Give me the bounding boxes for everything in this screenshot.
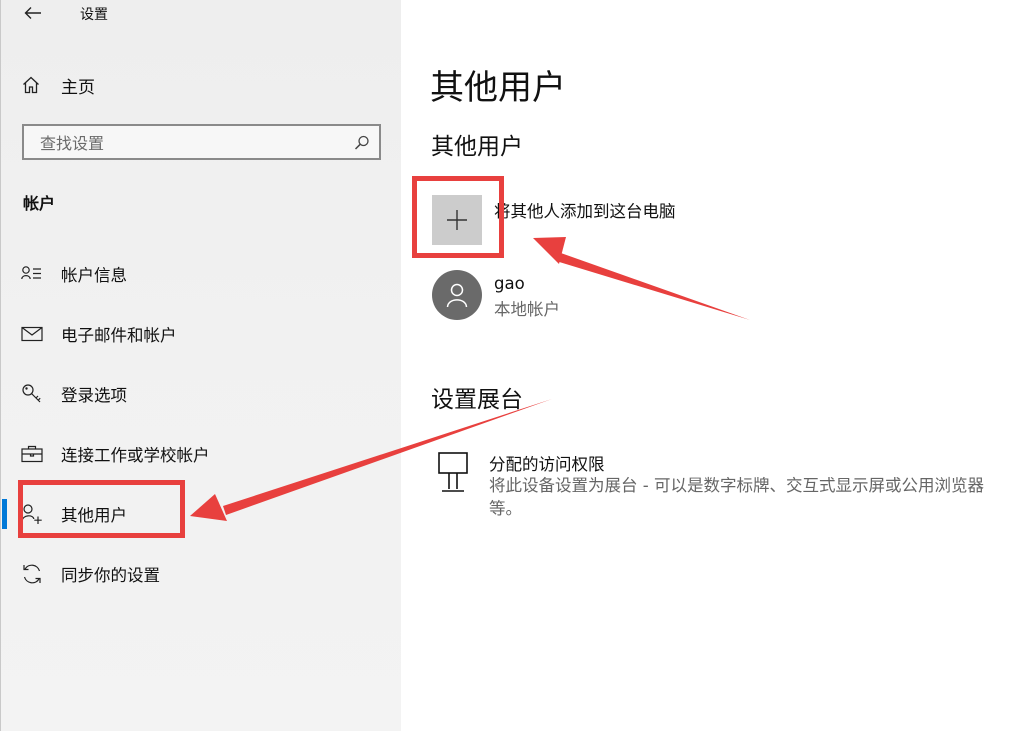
assigned-access-link[interactable]: 分配的访问权限 [489, 451, 605, 475]
other-users-heading: 其他用户 [431, 134, 523, 160]
user-name[interactable]: gao [494, 274, 525, 293]
account-info-icon [21, 263, 43, 285]
home-nav-item[interactable]: 主页 [21, 70, 95, 100]
key-icon [21, 383, 43, 405]
briefcase-icon [21, 443, 43, 465]
sync-icon [21, 563, 43, 585]
sidebar-item-work-school[interactable]: 连接工作或学校帐户 [21, 436, 391, 472]
sidebar-item-account-info[interactable]: 帐户信息 [21, 256, 391, 292]
app-title: 设置 [80, 7, 108, 23]
home-icon [23, 76, 39, 94]
search-input[interactable] [38, 132, 342, 154]
user-entry[interactable] [432, 270, 482, 320]
mail-icon [21, 323, 43, 345]
annotation-arrow-add [533, 237, 750, 320]
search-box[interactable] [22, 124, 381, 160]
add-user-label[interactable]: 将其他人添加到这台电脑 [494, 198, 676, 222]
sidebar-item-sync[interactable]: 同步你的设置 [21, 556, 391, 592]
assigned-access-description: 将此设备设置为展台 - 可以是数字标牌、交互式显示屏或公用浏览器等。 [489, 476, 984, 518]
sidebar-item-label: 电子邮件和帐户 [61, 326, 177, 345]
home-label: 主页 [61, 77, 95, 98]
avatar [432, 270, 482, 320]
sidebar: 设置 主页 帐户 帐户信息 电子邮件 [0, 0, 401, 731]
kiosk-heading: 设置展台 [431, 387, 523, 413]
sidebar-item-label: 登录选项 [61, 386, 127, 405]
back-arrow-icon [24, 7, 41, 19]
title-bar: 设置 [1, 0, 402, 28]
annotation-highlight-add [412, 176, 504, 258]
back-button[interactable] [19, 0, 47, 26]
user-account-type: 本地帐户 [494, 300, 560, 319]
sidebar-item-label: 同步你的设置 [61, 566, 160, 585]
section-label: 帐户 [23, 194, 56, 213]
annotation-highlight-other-users [18, 480, 185, 538]
sidebar-item-sign-in-options[interactable]: 登录选项 [21, 376, 391, 412]
kiosk-icon [438, 452, 468, 492]
search-icon [354, 135, 369, 150]
page-title: 其他用户 [430, 68, 566, 108]
person-icon [446, 283, 468, 308]
sidebar-item-email[interactable]: 电子邮件和帐户 [21, 316, 391, 352]
sidebar-item-label: 连接工作或学校帐户 [61, 446, 210, 465]
sidebar-item-label: 帐户信息 [61, 266, 127, 285]
